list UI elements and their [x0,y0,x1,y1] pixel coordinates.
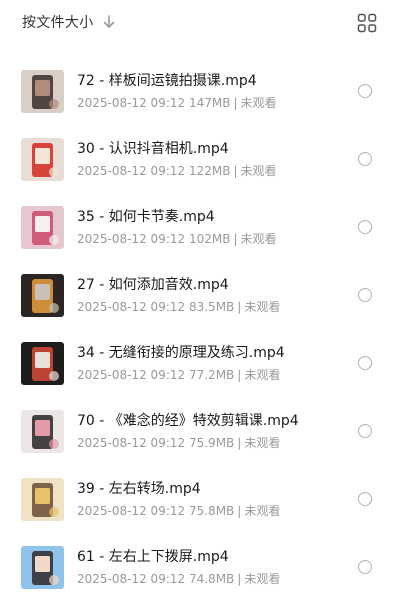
file-name: 72 - 样板间运镜拍摄课.mp4 [77,73,257,89]
file-meta: 2025-08-12 09:12 147MB | 未观看 [77,94,277,111]
file-name: 34 - 无缝衔接的原理及练习.mp4 [77,345,285,361]
file-meta: 2025-08-12 09:12 122MB | 未观看 [77,162,277,179]
file-date: 2025-08-12 09:12 [77,368,186,382]
file-date: 2025-08-12 09:12 [77,300,186,314]
file-date: 2025-08-12 09:12 [77,504,186,518]
watch-status: 未观看 [244,572,281,586]
select-radio[interactable] [358,152,372,166]
file-list-item[interactable]: 70 - 《难念的经》特效剪辑课.mp4 2025-08-12 09:12 75.… [0,396,400,464]
file-meta: 2025-08-12 09:12 83.5MB | 未观看 [77,298,280,315]
file-name: 39 - 左右转场.mp4 [77,481,201,497]
file-name: 35 - 如何卡节奏.mp4 [77,209,215,225]
file-size: 75.9MB [188,436,235,450]
file-list-item[interactable]: 30 - 认识抖音相机.mp4 2025-08-12 09:12 122MB | 未观… [0,124,400,192]
file-list-item[interactable]: 72 - 样板间运镜拍摄课.mp4 2025-08-12 09:12 147MB |… [0,56,400,124]
watch-status: 未观看 [240,96,277,110]
file-size: 102MB [188,232,231,246]
file-name: 70 - 《难念的经》特效剪辑课.mp4 [77,413,299,429]
meta-separator: | [237,300,242,314]
file-list-item[interactable]: 61 - 左右上下拨屏.mp4 2025-08-12 09:12 74.8MB | 未… [0,532,400,600]
file-name: 30 - 认识抖音相机.mp4 [77,141,229,157]
meta-separator: | [237,368,242,382]
watch-status: 未观看 [244,300,281,314]
file-date: 2025-08-12 09:12 [77,232,186,246]
watch-status: 未观看 [244,368,281,382]
meta-separator: | [237,436,242,450]
file-date: 2025-08-12 09:12 [77,96,186,110]
file-meta: 2025-08-12 09:12 74.8MB | 未观看 [77,570,280,587]
watch-status: 未观看 [244,436,281,450]
file-date: 2025-08-12 09:12 [77,436,186,450]
video-thumbnail[interactable] [21,342,64,385]
watch-status: 未观看 [240,164,277,178]
toolbar: 按文件大小 [0,0,400,46]
meta-separator: | [233,96,238,110]
select-radio[interactable] [358,84,372,98]
file-name: 27 - 如何添加音效.mp4 [77,277,229,293]
select-radio[interactable] [358,560,372,574]
video-thumbnail[interactable] [21,478,64,521]
select-radio[interactable] [358,288,372,302]
select-radio[interactable] [358,424,372,438]
file-date: 2025-08-12 09:12 [77,164,186,178]
video-thumbnail[interactable] [21,70,64,113]
file-size: 75.8MB [188,504,235,518]
video-thumbnail[interactable] [21,206,64,249]
file-meta: 2025-08-12 09:12 75.8MB | 未观看 [77,502,280,519]
watch-status: 未观看 [244,504,281,518]
sort-by-size-button[interactable]: 按文件大小 [22,11,116,33]
video-thumbnail[interactable] [21,138,64,181]
file-size: 122MB [188,164,231,178]
select-radio[interactable] [358,220,372,234]
meta-separator: | [233,164,238,178]
meta-separator: | [237,504,242,518]
select-radio[interactable] [358,492,372,506]
file-list-item[interactable]: 39 - 左右转场.mp4 2025-08-12 09:12 75.8MB | 未观看 [0,464,400,532]
file-meta: 2025-08-12 09:12 77.2MB | 未观看 [77,366,280,383]
file-date: 2025-08-12 09:12 [77,572,186,586]
meta-separator: | [237,572,242,586]
video-thumbnail[interactable] [21,274,64,317]
grid-view-button[interactable] [357,13,377,33]
video-thumbnail[interactable] [21,410,64,453]
arrow-down-icon [103,15,114,28]
sort-label: 按文件大小 [22,15,94,31]
file-list: 72 - 样板间运镜拍摄课.mp4 2025-08-12 09:12 147MB |… [0,56,400,600]
file-list-item[interactable]: 35 - 如何卡节奏.mp4 2025-08-12 09:12 102MB | 未观看 [0,192,400,260]
watch-status: 未观看 [240,232,277,246]
file-meta: 2025-08-12 09:12 102MB | 未观看 [77,230,277,247]
file-size: 74.8MB [188,572,235,586]
file-name: 61 - 左右上下拨屏.mp4 [77,549,229,565]
meta-separator: | [233,232,238,246]
file-size: 77.2MB [188,368,235,382]
file-size: 83.5MB [188,300,235,314]
file-list-item[interactable]: 34 - 无缝衔接的原理及练习.mp4 2025-08-12 09:12 77.2… [0,328,400,396]
file-meta: 2025-08-12 09:12 75.9MB | 未观看 [77,434,280,451]
select-radio[interactable] [358,356,372,370]
video-thumbnail[interactable] [21,546,64,589]
file-size: 147MB [188,96,231,110]
file-list-item[interactable]: 27 - 如何添加音效.mp4 2025-08-12 09:12 83.5MB | 未… [0,260,400,328]
grid-view-icon [357,13,377,33]
